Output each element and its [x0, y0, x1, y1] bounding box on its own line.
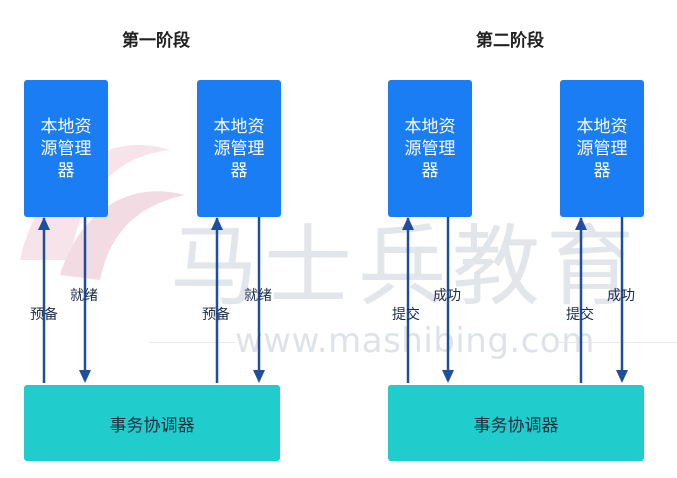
- phase-2-rm-2-down-label: 成功: [607, 288, 635, 304]
- phase-2-rm-2-up-label: 提交: [566, 307, 594, 323]
- two-phase-commit-diagram: 马士兵教育 www.mashibing.com 第一阶段 第二阶段 本地资源管理…: [0, 0, 677, 478]
- arrowhead-down-icon: [253, 370, 265, 383]
- phase-1-rm-2-up-label: 预备: [202, 307, 230, 323]
- phase-2-rm-1-up-label: 提交: [392, 307, 420, 323]
- arrowhead-down-icon: [616, 370, 628, 383]
- coordinator-label: 事务协调器: [109, 415, 195, 436]
- phase-1-rm-1-up-label: 预备: [30, 307, 58, 323]
- phase-1-rm-2-down-label: 就绪: [244, 288, 272, 304]
- arrowhead-down-icon: [79, 370, 91, 383]
- arrowhead-up-icon: [38, 217, 50, 230]
- arrowhead-up-icon: [402, 217, 414, 230]
- arrowhead-up-icon: [575, 217, 587, 230]
- phase-2-rm-1-down-label: 成功: [433, 288, 461, 304]
- arrowhead-up-icon: [211, 217, 223, 230]
- phase-2-transaction-coordinator: 事务协调器: [388, 385, 644, 461]
- phase-1-rm-1-down-label: 就绪: [70, 288, 98, 304]
- coordinator-label: 事务协调器: [473, 415, 559, 436]
- phase-1-transaction-coordinator: 事务协调器: [24, 385, 280, 461]
- arrowhead-down-icon: [442, 370, 454, 383]
